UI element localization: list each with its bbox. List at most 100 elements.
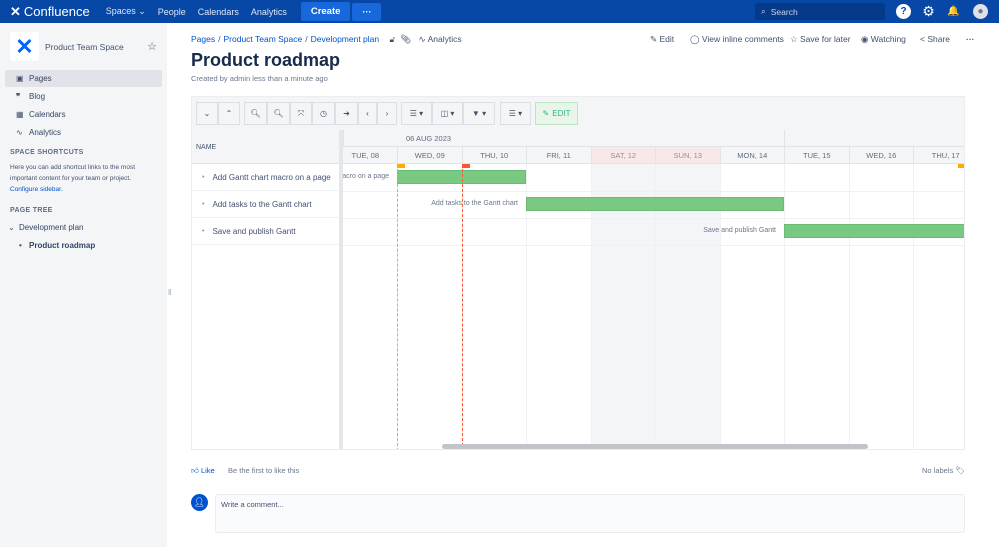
row-divider xyxy=(343,191,965,192)
sidebar-item-blog[interactable]: ❞Blog xyxy=(5,88,162,105)
marker-flag[interactable] xyxy=(462,164,470,168)
user-avatar[interactable]: ● xyxy=(973,4,988,19)
task-name: Save and publish Gantt xyxy=(212,227,295,236)
name-column-header[interactable]: NAME xyxy=(192,130,339,164)
settings-gear-icon[interactable]: ⚙ xyxy=(921,4,936,19)
confluence-logo[interactable]: ✕Confluence xyxy=(10,4,90,20)
search-input[interactable]: ⌕Search xyxy=(755,3,885,20)
marker-line xyxy=(397,164,398,450)
breadcrumb-space[interactable]: Product Team Space xyxy=(223,34,302,44)
bullet: • xyxy=(202,228,204,235)
view-inline-comments-button[interactable]: ◯ View inline comments xyxy=(690,34,784,45)
sidebar-resize-handle[interactable]: ‖ xyxy=(168,288,171,297)
comment-avatar: 👤︎ xyxy=(191,494,208,511)
share-button[interactable]: < Share xyxy=(920,34,950,44)
day-header: MON, 14 xyxy=(720,147,785,164)
day-header: SUN, 13 xyxy=(655,147,720,164)
space-shortcuts-heading: SPACE SHORTCUTS xyxy=(0,149,167,156)
expand-all-button[interactable]: ⌃ xyxy=(218,102,240,125)
task-name-row[interactable]: •Add tasks to the Gantt chart xyxy=(192,191,339,218)
day-header: WED, 09 xyxy=(397,147,462,164)
filter-dropdown[interactable]: ▼ ▾ xyxy=(463,102,495,125)
more-actions-button[interactable]: ··· xyxy=(966,34,975,44)
columns-dropdown[interactable]: ◫ ▾ xyxy=(432,102,463,125)
like-button[interactable]: 👍︎ Like xyxy=(191,466,215,476)
gantt-timeline: TUE, 08WED, 09THU, 10FRI, 11SAT, 12SUN, … xyxy=(343,130,965,450)
tag-icon: 🏷︎ xyxy=(955,466,965,475)
nav-calendars[interactable]: Calendars xyxy=(198,7,239,17)
shortcuts-text: Here you can add shortcut links to the m… xyxy=(10,164,135,182)
star-icon: ☆ xyxy=(790,34,798,44)
nav-analytics[interactable]: Analytics xyxy=(251,7,287,17)
task-bar-label: Add tasks to the Gantt chart xyxy=(431,200,518,207)
zoom-in-button[interactable]: 🔍︎ xyxy=(244,102,267,125)
zoom-out-button[interactable]: 🔍︎ xyxy=(267,102,290,125)
database-dropdown[interactable]: ☰ ▾ xyxy=(500,102,531,125)
task-name-row[interactable]: •Add Gantt chart macro on a page xyxy=(192,164,339,191)
labels-button[interactable]: No labels 🏷︎ xyxy=(922,466,965,475)
space-logo[interactable]: ✕ xyxy=(10,32,39,61)
day-column xyxy=(343,164,397,450)
save-for-later-button[interactable]: ☆ Save for later xyxy=(790,34,851,45)
edit-icon: ✎ xyxy=(543,109,550,118)
attachment-icon[interactable]: 📎︎ xyxy=(400,34,411,44)
sidebar-item-pages[interactable]: ▣Pages xyxy=(5,70,162,87)
star-icon[interactable]: ☆ xyxy=(147,40,157,53)
breadcrumb: Pages/Product Team Space/Development pla… xyxy=(191,34,462,45)
fit-to-screen-button[interactable]: ⤧ xyxy=(290,102,312,125)
task-bar[interactable] xyxy=(526,197,784,211)
like-text: Be the first to like this xyxy=(228,466,299,475)
chevron-down-icon[interactable]: ⌄ xyxy=(8,223,19,232)
row-divider xyxy=(343,245,965,246)
breadcrumb-development-plan[interactable]: Development plan xyxy=(311,34,380,44)
create-more-button[interactable]: ··· xyxy=(352,3,381,21)
today-clock-button[interactable]: ◷ xyxy=(312,102,335,125)
gantt-edit-button[interactable]: ✎EDIT xyxy=(535,102,578,125)
list-options-dropdown[interactable]: ☰ ▾ xyxy=(401,102,432,125)
day-header: THU, 10 xyxy=(462,147,527,164)
page-tree-heading: PAGE TREE xyxy=(0,207,167,214)
day-header: TUE, 15 xyxy=(784,147,849,164)
nav-spaces[interactable]: Spaces ⌄ xyxy=(106,6,146,17)
marker-flag[interactable] xyxy=(958,164,965,168)
task-bar-label: Save and publish Gantt xyxy=(703,227,776,234)
nav-people[interactable]: People xyxy=(158,7,186,17)
create-button[interactable]: Create xyxy=(301,2,351,21)
day-column xyxy=(784,164,849,450)
page-byline: Created by admin less than a minute ago xyxy=(191,74,328,83)
marker-line xyxy=(964,164,965,450)
help-icon[interactable]: ? xyxy=(896,4,911,19)
scroll-left-button[interactable]: ‹ xyxy=(358,102,377,125)
task-bar[interactable] xyxy=(784,224,965,238)
sidebar: ✕ Product Team Space ☆ ▣Pages ❞Blog ▦Cal… xyxy=(0,23,167,547)
horizontal-scrollbar[interactable] xyxy=(442,444,868,449)
edit-button[interactable]: ✎ Edit xyxy=(650,34,674,45)
scroll-to-task-button[interactable]: ➜ xyxy=(335,102,358,125)
analytics-link[interactable]: ∿ Analytics xyxy=(419,34,462,44)
space-name[interactable]: Product Team Space xyxy=(45,42,147,52)
day-header: FRI, 11 xyxy=(526,147,591,164)
sidebar-item-analytics[interactable]: ∿Analytics xyxy=(5,124,162,141)
breadcrumb-pages[interactable]: Pages xyxy=(191,34,215,44)
bullet: • xyxy=(202,201,204,208)
gantt-toolbar: ⌄ ⌃ 🔍︎ 🔍︎ ⤧ ◷ ➜ ‹ › ☰ ▾ ◫ ▾ ▼ ▾ ☰ ▾ ✎EDI… xyxy=(192,97,965,130)
notifications-rocket-icon[interactable]: 🔔 xyxy=(946,4,961,19)
configure-sidebar-link[interactable]: Configure sidebar. xyxy=(10,186,63,193)
tree-item-development-plan[interactable]: ⌄Development plan xyxy=(5,219,162,236)
bullet: • xyxy=(202,174,204,181)
analytics-icon: ∿ xyxy=(16,128,29,137)
comment-input[interactable]: Write a comment... xyxy=(215,494,965,533)
day-column xyxy=(913,164,965,450)
task-name-row[interactable]: • Save and publish Gantt xyxy=(192,218,339,245)
watching-button[interactable]: ◉ Watching xyxy=(861,34,906,45)
unlock-icon[interactable]: 🔓︎ xyxy=(390,34,396,44)
month-header: 13 AUG 2023 xyxy=(784,130,965,147)
task-bar-label: Add Gantt chart macro on a page xyxy=(343,173,389,180)
month-header: 06 AUG 2023 xyxy=(343,130,795,147)
scroll-right-button[interactable]: › xyxy=(377,102,397,125)
marker-flag[interactable] xyxy=(397,164,405,168)
sidebar-item-calendars[interactable]: ▦Calendars xyxy=(5,106,162,123)
collapse-all-button[interactable]: ⌄ xyxy=(196,102,218,125)
search-icon: ⌕ xyxy=(761,6,766,17)
tree-item-product-roadmap[interactable]: •Product roadmap xyxy=(5,237,162,254)
